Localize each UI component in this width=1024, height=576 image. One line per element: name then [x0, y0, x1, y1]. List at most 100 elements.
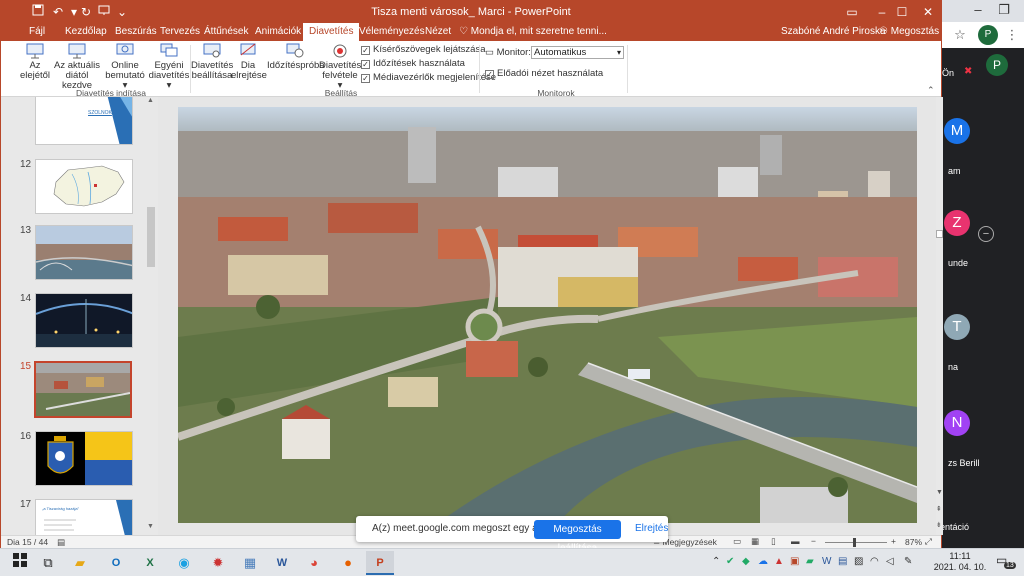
paint-app-icon[interactable]: ✹	[204, 551, 232, 575]
calculator-icon[interactable]: ▦	[236, 551, 264, 575]
checkbox-checked-icon: ✓	[485, 70, 494, 79]
excel-icon[interactable]: X	[136, 551, 164, 575]
thumbnail-title: „a Tiszavirág hazája”	[42, 506, 79, 511]
slide-thumbnail[interactable]	[35, 293, 133, 348]
firefox-icon[interactable]: ●	[334, 551, 362, 575]
onedrive-icon[interactable]: ☁	[758, 556, 768, 567]
scrollbar-thumb[interactable]	[147, 207, 155, 267]
scroll-up-icon[interactable]: ▲	[147, 97, 154, 104]
tab-animations[interactable]: Animációk	[249, 23, 307, 41]
zoom-slider-handle[interactable]	[853, 538, 856, 547]
slide-thumbnail[interactable]: „a Tiszavirág hazája”	[35, 499, 133, 535]
checkbox-checked-icon: ✓	[361, 46, 370, 55]
slide-thumbnail[interactable]	[35, 159, 133, 214]
participant-name: am	[948, 166, 961, 176]
antivirus-icon[interactable]: ▲	[774, 556, 784, 567]
normal-view-icon[interactable]: ▭	[733, 536, 741, 547]
monitor-icon: ▭	[485, 47, 494, 58]
volume-icon[interactable]: ◁	[886, 556, 894, 567]
security-icon[interactable]: ✔	[726, 556, 734, 567]
hide-slide-icon	[240, 43, 256, 56]
slide-number: 15	[20, 361, 32, 372]
slide-thumbnail[interactable]: SZOLNOK	[35, 97, 133, 145]
slide-sorter-icon[interactable]: ▦	[751, 536, 759, 547]
zoom-out-icon[interactable]: −	[811, 536, 816, 546]
checkbox-media-controls[interactable]: ✓ Médiavezérlők megjelenítése	[361, 72, 496, 84]
chrome-menu-icon[interactable]: ⋮	[1002, 25, 1022, 45]
from-current-slide-button[interactable]: Az aktuális diától kezdve	[51, 43, 103, 91]
wifi-icon[interactable]: ◠	[870, 556, 879, 567]
office-icon[interactable]: ▣	[790, 556, 799, 567]
tell-me-box[interactable]: ♡ Mondja el, mit szeretne tenni...	[459, 23, 607, 41]
outlook-icon[interactable]: O	[102, 551, 130, 575]
zoom-slider[interactable]	[825, 542, 887, 543]
profile-avatar[interactable]: P	[978, 25, 998, 45]
reading-view-icon[interactable]: ▯	[771, 536, 776, 547]
monitor-select[interactable]: Automatikus ▾	[531, 46, 624, 59]
gallery-icon[interactable]: ▨	[854, 556, 863, 567]
thumbnail-scrollbar[interactable]: ▲ ▼	[145, 97, 157, 535]
close-icon[interactable]: ✕	[913, 1, 943, 23]
hide-slide-button[interactable]: Dia elrejtése	[231, 43, 267, 87]
stop-sharing-button[interactable]: Megosztás leállítása	[534, 520, 621, 554]
slide-scrollbar[interactable]: ▼ ⇞ ⇟	[936, 97, 943, 535]
powerpoint-taskbar-icon[interactable]: P	[366, 551, 394, 575]
hungary-map-icon	[36, 160, 132, 213]
participant-avatar: M	[944, 118, 970, 144]
file-explorer-icon[interactable]: ▰	[66, 551, 94, 575]
tab-home[interactable]: Kezdőlap	[59, 23, 113, 41]
share-button[interactable]: ⚇ Megosztás	[879, 24, 939, 40]
next-slide-icon[interactable]: ⇟	[936, 521, 942, 529]
tab-slideshow[interactable]: Diavetítés	[303, 23, 360, 41]
custom-slideshow-button[interactable]: Egyéni diavetítés ▾	[147, 43, 191, 91]
task-view-icon[interactable]: ⧉	[34, 551, 62, 575]
spellcheck-icon[interactable]: ▤	[57, 537, 65, 548]
thumbnail-graphic	[36, 97, 132, 144]
participant-avatar: T	[944, 314, 970, 340]
from-beginning-button[interactable]: Az elejétől	[19, 43, 51, 87]
checkbox-narrations[interactable]: ✓ Kísérőszövegek lejátszása	[361, 44, 485, 56]
slide-thumbnail-selected[interactable]	[34, 361, 132, 418]
user-name[interactable]: Szabóné André Piroska	[781, 23, 886, 41]
edge-icon[interactable]: ◉	[170, 551, 198, 575]
tray-app-icon[interactable]: ▤	[838, 556, 847, 567]
tray-overflow-icon[interactable]: ⌃	[712, 556, 720, 567]
zoom-in-icon[interactable]: +	[891, 536, 896, 546]
bookmark-star-icon[interactable]: ☆	[950, 25, 970, 45]
shield-icon[interactable]: ◆	[742, 556, 750, 567]
setup-slideshow-button[interactable]: Diavetítés beállítása	[191, 43, 233, 87]
chrome-icon[interactable]: ◕	[300, 551, 328, 575]
zoom-level[interactable]: 87%	[905, 537, 922, 547]
tab-view[interactable]: Nézet	[419, 23, 457, 41]
start-windows-icon[interactable]	[6, 551, 34, 575]
tab-transitions[interactable]: Áttűnések	[198, 23, 254, 41]
slide-thumbnail[interactable]	[35, 431, 133, 486]
previous-slide-icon[interactable]: ⇞	[936, 505, 942, 513]
fit-slide-icon[interactable]: ⤢	[925, 536, 932, 547]
current-slide-photo[interactable]	[178, 107, 917, 523]
scrollbar-thumb[interactable]	[936, 230, 943, 238]
word-icon[interactable]: W	[268, 551, 296, 575]
rehearse-timings-button[interactable]: Időzítéspróba	[267, 43, 325, 87]
slide-thumbnail[interactable]	[35, 225, 133, 280]
present-online-button[interactable]: Online bemutató ▾	[103, 43, 147, 91]
chrome-minimize-icon[interactable]: –	[964, 0, 992, 20]
scroll-down-icon[interactable]: ▼	[147, 523, 154, 530]
tab-file[interactable]: Fájl	[23, 23, 51, 41]
collapse-ribbon-icon[interactable]: ⌃	[927, 85, 935, 96]
windows-taskbar: ⧉ ▰ O X ◉ ✹ ▦ W ◕ ● P ⌃ ✔ ◆ ☁ ▲ ▣ ▰ W ▤ …	[0, 548, 1024, 576]
word-tray-icon[interactable]: W	[822, 556, 831, 567]
coat-of-arms-flag	[36, 432, 132, 485]
record-slideshow-button[interactable]: Diavetítés felvétele ▾	[319, 43, 361, 91]
ribbon-display-icon[interactable]: ▭	[837, 1, 867, 23]
remove-icon[interactable]: −	[978, 226, 994, 242]
scroll-down-icon[interactable]: ▼	[936, 489, 943, 496]
pen-icon[interactable]: ✎	[904, 556, 912, 567]
checkbox-timings[interactable]: ✓ Időzítések használata	[361, 58, 465, 70]
app-tray-icon[interactable]: ▰	[806, 556, 814, 567]
checkbox-presenter-view[interactable]: ✓ Előadói nézet használata	[485, 68, 603, 80]
hide-notification-button[interactable]: Elrejtés	[635, 523, 668, 534]
slideshow-view-icon[interactable]: ▬	[791, 536, 800, 546]
chrome-restore-icon[interactable]: ❐	[990, 0, 1018, 20]
system-clock[interactable]: 11:11 2021. 04. 10.	[930, 551, 990, 573]
